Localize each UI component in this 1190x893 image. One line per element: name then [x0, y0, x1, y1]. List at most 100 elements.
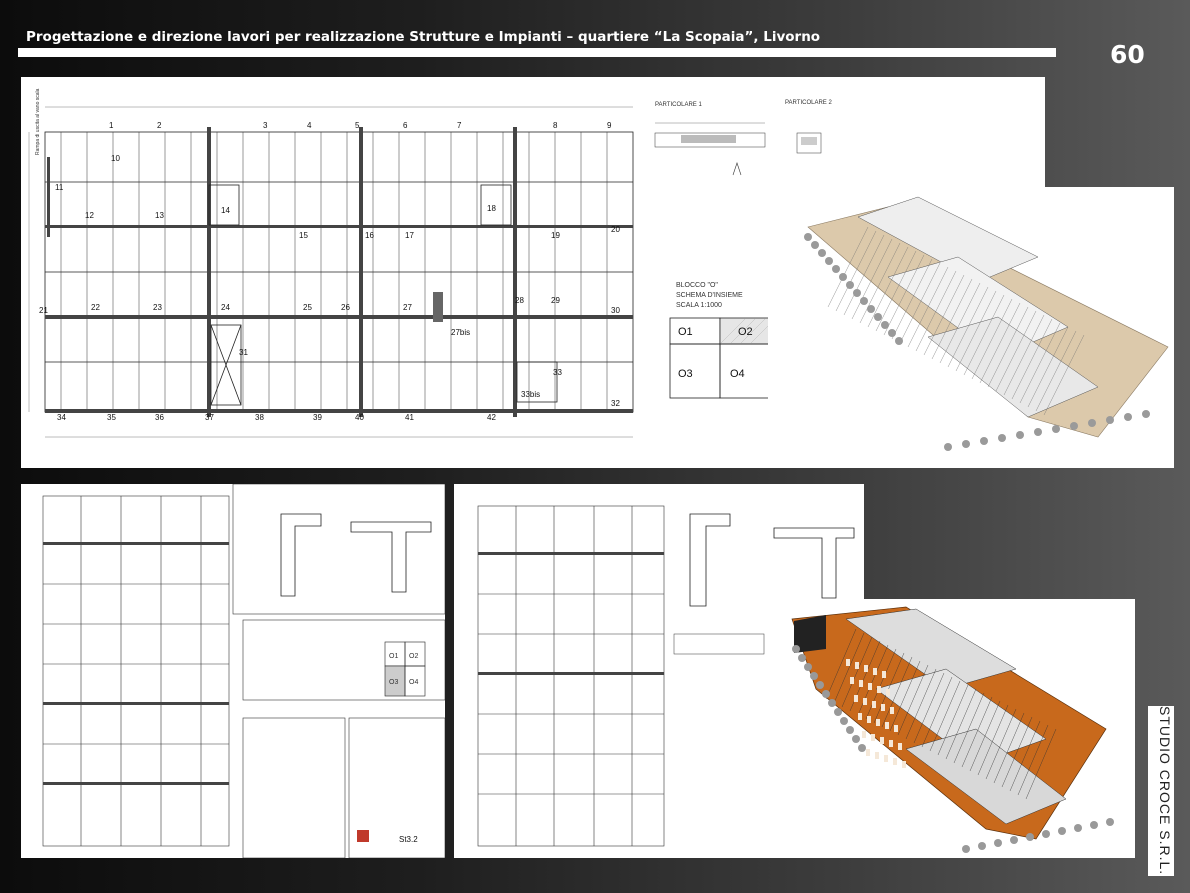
tree-icon: [834, 708, 842, 716]
plan-bay-label: 33: [553, 368, 562, 377]
plan-bay-label: 28: [515, 296, 524, 305]
tree-icon: [1090, 821, 1098, 829]
plan-bay-label: 32: [611, 399, 620, 408]
plan-bay-label: 23: [153, 303, 162, 312]
tree-icon: [1106, 416, 1114, 424]
plan-bay-label: 41: [405, 413, 414, 422]
plan-column-label: 7: [457, 121, 462, 130]
plan-bay-label: 12: [85, 211, 94, 220]
tree-icon: [804, 663, 812, 671]
tree-icon: [798, 654, 806, 662]
sheet-code: St3.2: [399, 835, 418, 844]
tree-icon: [1124, 413, 1132, 421]
plan-column-label: 9: [607, 121, 612, 130]
tree-icon: [1106, 818, 1114, 826]
schema-scale: SCALA 1:1000: [676, 302, 722, 309]
tree-icon: [874, 313, 882, 321]
tree-icon: [858, 744, 866, 752]
schema-title-2: SCHEMA D'INSIEME: [676, 292, 743, 299]
page-number: 60: [1110, 40, 1145, 69]
left-block-o1: O1: [389, 653, 398, 660]
plan-bay-label: 30: [611, 306, 620, 315]
plan-column-label: 3: [263, 121, 268, 130]
tree-icon: [1016, 431, 1024, 439]
company-logo: [357, 830, 369, 842]
tree-icon: [1074, 824, 1082, 832]
tree-icon: [853, 289, 861, 297]
tree-icon: [1070, 422, 1078, 430]
tree-icon: [962, 845, 970, 853]
sheet-left-panel: O1 O2 O3 O4 St3.2: [21, 483, 446, 859]
left-block-o3: O3: [389, 679, 398, 686]
tree-icon: [816, 681, 824, 689]
plan-bay-label: 33bis: [521, 390, 540, 399]
tree-icon: [895, 337, 903, 345]
plan-vertical-note: Rampa di uscita al vano scala: [35, 88, 41, 155]
tree-icon: [828, 699, 836, 707]
detail1-title: PARTICOLARE 1: [655, 102, 702, 108]
plan-bay-label: 27: [403, 303, 412, 312]
tree-icon: [980, 437, 988, 445]
plan-bay-label: 10: [111, 154, 120, 163]
left-block-o2: O2: [409, 653, 418, 660]
tree-icon: [944, 443, 952, 451]
tree-icon: [846, 726, 854, 734]
tree-icon: [1042, 830, 1050, 838]
plan-column-label: 5: [355, 121, 360, 130]
plan-column-label: 6: [403, 121, 408, 130]
plan-bay-label: 14: [221, 206, 230, 215]
detail2-title: PARTICOLARE 2: [785, 100, 832, 106]
building-render-beige: [804, 196, 1169, 451]
plan-bay-label: 37: [205, 413, 214, 422]
schema-block-o4: O4: [730, 368, 745, 380]
tree-icon: [994, 839, 1002, 847]
plan-bay-label: 40: [355, 413, 364, 422]
plan-bay-label: 31: [239, 348, 248, 357]
plan-bay-label: 29: [551, 296, 560, 305]
tree-icon: [818, 249, 826, 257]
tree-icon: [998, 434, 1006, 442]
tree-icon: [839, 273, 847, 281]
schema-block-o2: O2: [738, 326, 753, 338]
page-title: Progettazione e direzione lavori per rea…: [26, 29, 821, 45]
tree-icon: [822, 690, 830, 698]
tree-icon: [860, 297, 868, 305]
tree-icon: [810, 672, 818, 680]
studio-name: STUDIO CROCE S.R.L.: [1157, 706, 1173, 876]
sheet-left-drawing: O1 O2 O3 O4 St3.2: [42, 483, 446, 859]
tree-icon: [1088, 419, 1096, 427]
plan-bay-label: 11: [55, 183, 64, 192]
plan-bay-label: 35: [107, 413, 116, 422]
tree-icon: [852, 735, 860, 743]
plan-column-label: 2: [157, 121, 162, 130]
render-brown-panel: [766, 599, 1135, 858]
plan-bay-label: 21: [39, 306, 48, 315]
plan-bay-label: 34: [57, 413, 66, 422]
tree-icon: [1026, 833, 1034, 841]
plan-bay-label: 24: [221, 303, 230, 312]
plan-bay-label: 25: [303, 303, 312, 312]
tree-icon: [1058, 827, 1066, 835]
plan-column-label: 4: [307, 121, 312, 130]
tree-icon: [1034, 428, 1042, 436]
render-beige-panel: [768, 187, 1174, 468]
tree-icon: [840, 717, 848, 725]
plan-bay-label: 36: [155, 413, 164, 422]
tree-icon: [846, 281, 854, 289]
tree-icon: [804, 233, 812, 241]
tree-icon: [867, 305, 875, 313]
plan-bay-label: 19: [551, 231, 560, 240]
building-render-brown: [791, 606, 1114, 853]
tree-icon: [832, 265, 840, 273]
tree-icon: [888, 329, 896, 337]
plan-bay-label: 39: [313, 413, 322, 422]
schema-block-o3: O3: [678, 368, 693, 380]
plan-bay-label: 38: [255, 413, 264, 422]
plan-bay-label: 17: [405, 231, 414, 240]
tree-icon: [962, 440, 970, 448]
tree-icon: [1142, 410, 1150, 418]
plan-bay-label: 16: [365, 231, 374, 240]
tree-icon: [978, 842, 986, 850]
plan-column-label: 1: [109, 121, 114, 130]
tree-icon: [1010, 836, 1018, 844]
